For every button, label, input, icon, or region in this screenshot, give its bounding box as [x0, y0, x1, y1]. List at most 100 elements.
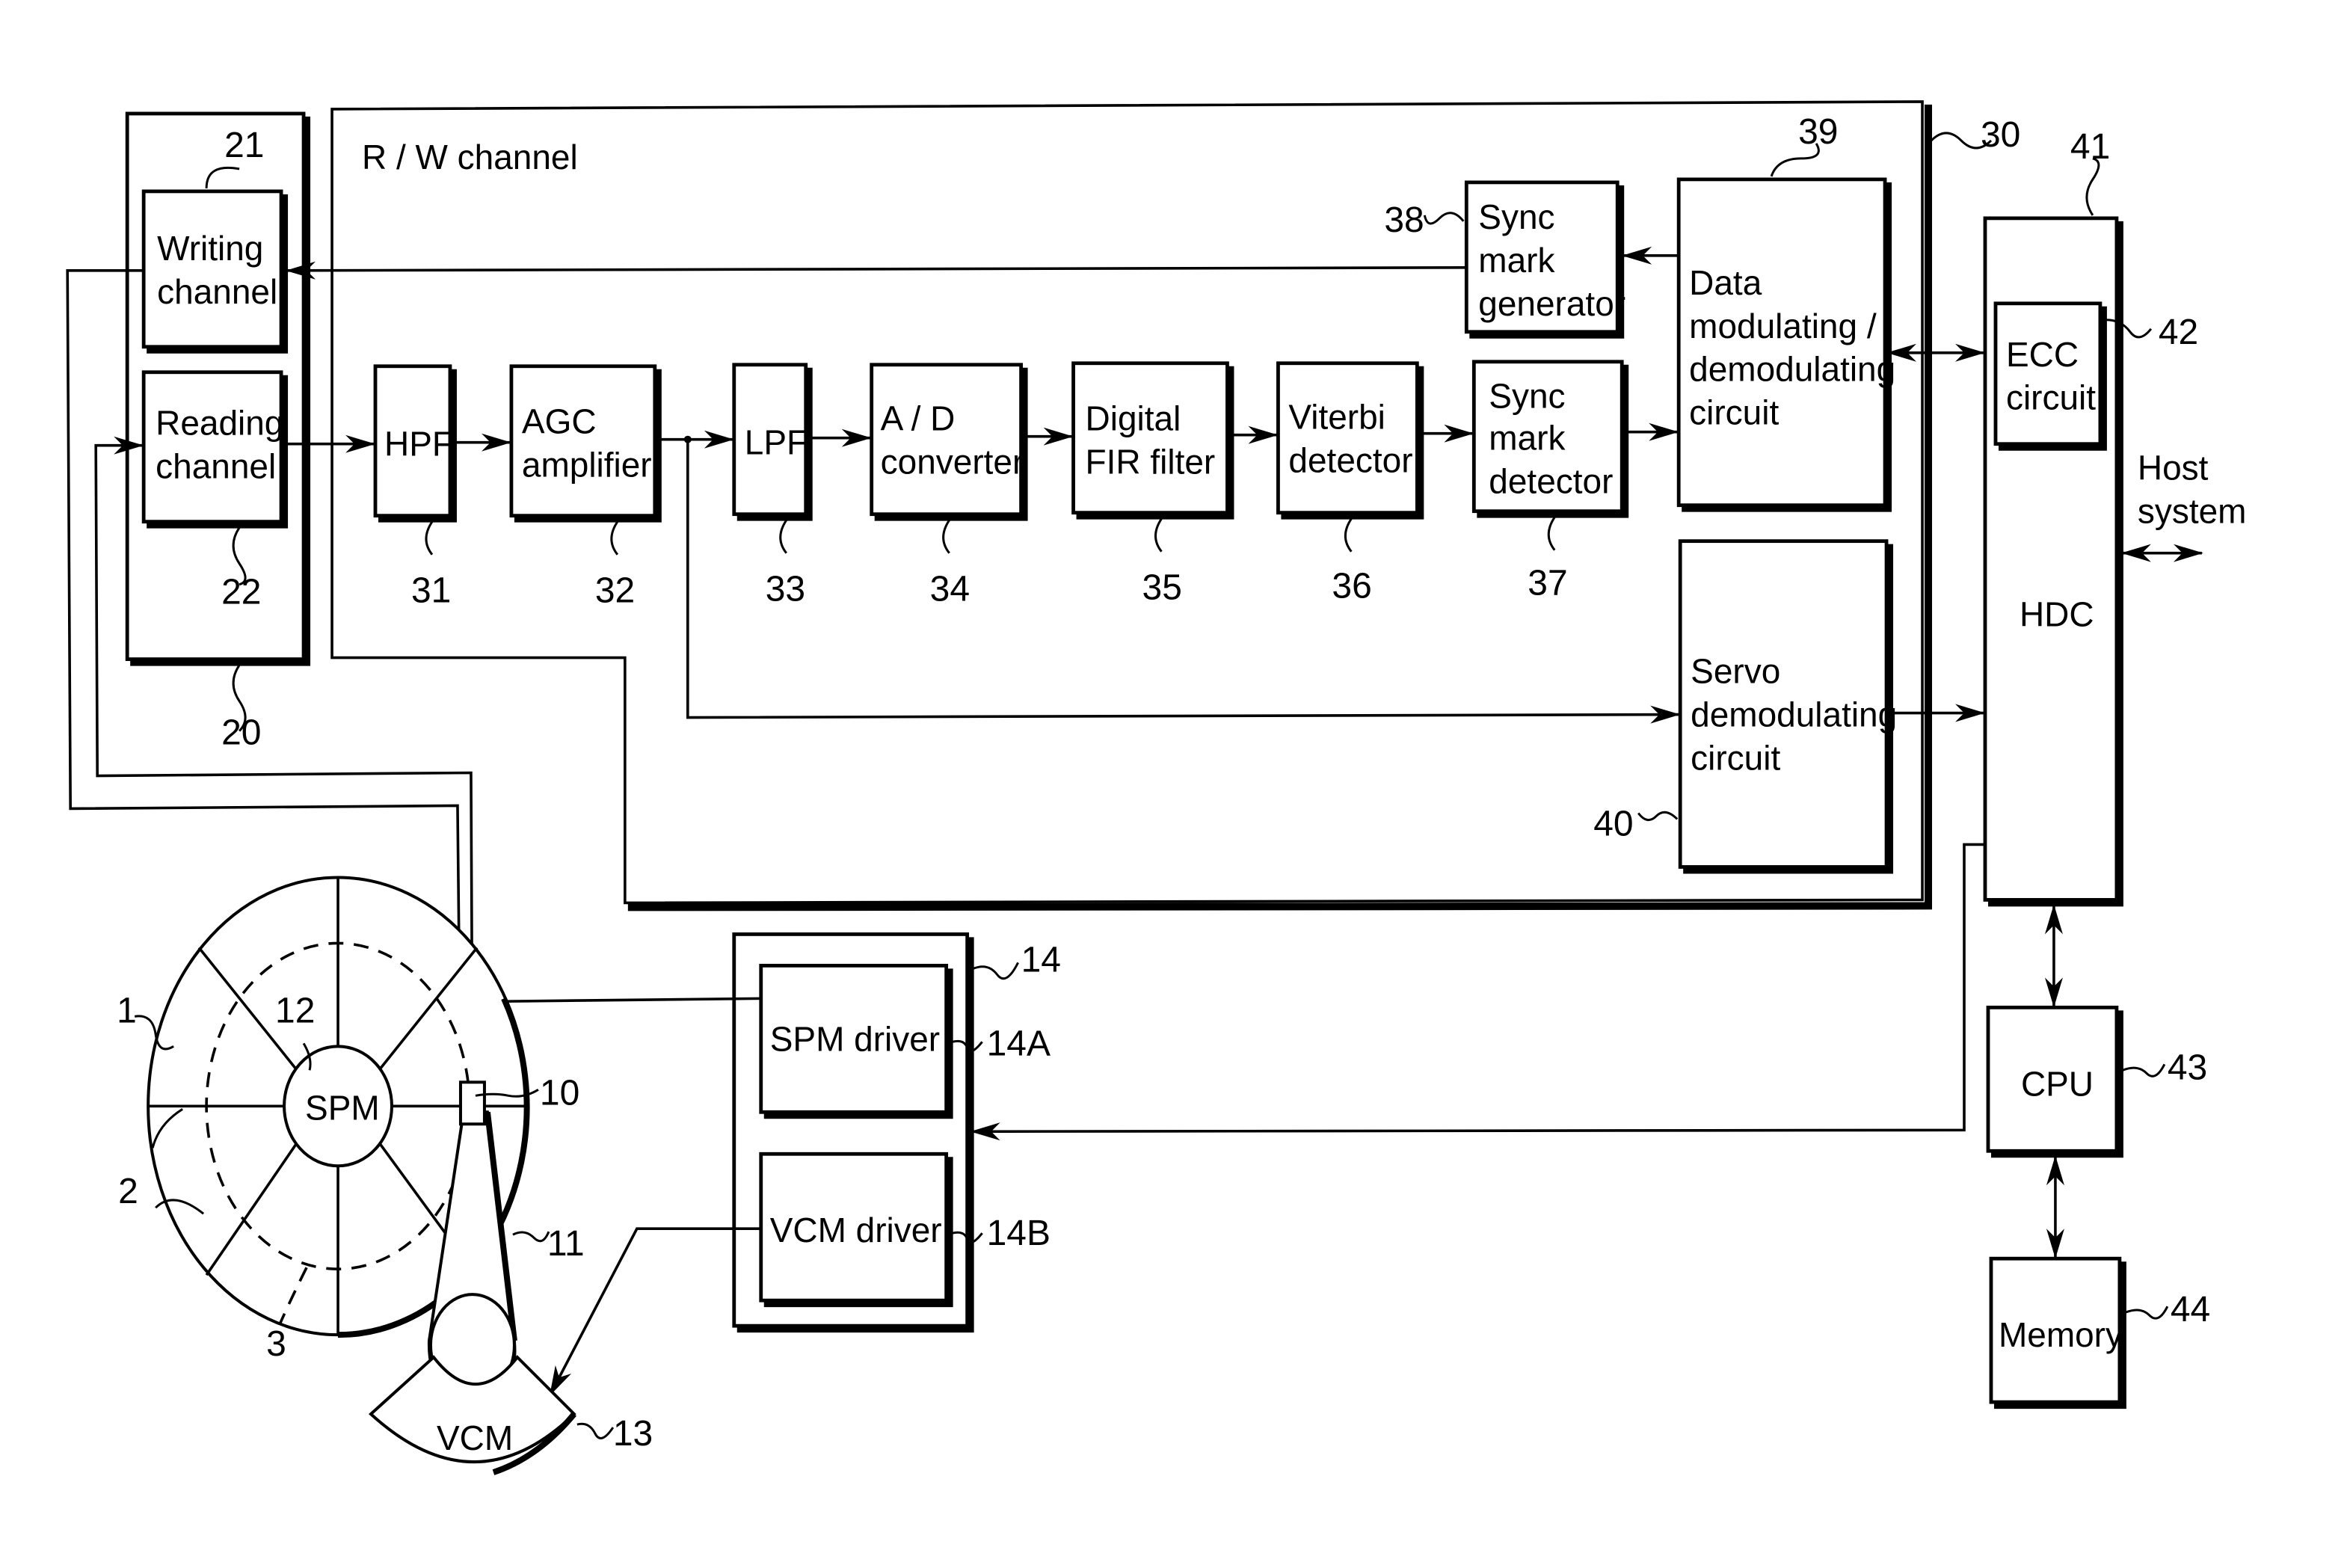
- host-system: Host system: [2120, 449, 2247, 562]
- memory-label: Memory: [1999, 1315, 2123, 1354]
- ref-39: 39: [1798, 112, 1838, 152]
- ad-box: [870, 363, 1023, 517]
- ref-40: 40: [1593, 804, 1633, 843]
- block-cpu: CPU 43: [1986, 1005, 2207, 1158]
- data-mod-label-1: Data: [1689, 263, 1762, 302]
- ecc-label-2: circuit: [2006, 378, 2096, 417]
- ref-10: 10: [540, 1073, 579, 1113]
- leader-14: [973, 962, 1019, 980]
- servo-label-1: Servo: [1691, 652, 1780, 691]
- ad-label-2: converter: [881, 443, 1024, 482]
- leader-38: [1423, 212, 1465, 225]
- cpu-label: CPU: [2021, 1064, 2094, 1103]
- ref-14: 14: [1021, 940, 1061, 980]
- leader-33: [779, 519, 788, 554]
- servo-label-3: circuit: [1691, 739, 1780, 778]
- block-data-mod-demod: Data modulating / demodulating circuit 3…: [1676, 112, 1895, 512]
- smd-label-2: mark: [1489, 419, 1566, 458]
- leader-34: [942, 519, 950, 554]
- leader-40: [1637, 811, 1679, 822]
- fir-label-2: FIR filter: [1086, 443, 1216, 482]
- head-ic-block: 20 Writing channel 21 Reading channel 22: [125, 111, 311, 753]
- leader-35: [1154, 517, 1163, 553]
- hdc-label: HDC: [2020, 595, 2094, 634]
- ref-3: 3: [266, 1324, 286, 1364]
- ref-32: 32: [595, 571, 635, 611]
- agc-label-2: amplifier: [522, 446, 652, 485]
- ref-35: 35: [1142, 568, 1182, 608]
- rw-channel-title: R / W channel: [362, 138, 578, 176]
- hpf-label: HPF: [384, 425, 453, 464]
- data-mod-label-2: modulating /: [1689, 307, 1877, 345]
- ref-36: 36: [1332, 567, 1371, 606]
- ref-20: 20: [221, 713, 261, 753]
- block-viterbi-detector: Viterbi detector 36: [1276, 361, 1424, 606]
- ref-41: 41: [2070, 127, 2110, 167]
- smd-label-3: detector: [1489, 462, 1613, 501]
- writing-channel-box: [141, 189, 283, 349]
- smg-label-2: mark: [1478, 241, 1555, 280]
- lpf-label: LPF: [745, 423, 808, 462]
- ref-1: 1: [117, 991, 137, 1030]
- ref-12: 12: [275, 991, 315, 1030]
- ref-38: 38: [1384, 200, 1424, 240]
- ad-label-1: A / D: [881, 399, 956, 438]
- data-mod-label-3: demodulating: [1689, 350, 1895, 389]
- ref-43: 43: [2168, 1048, 2207, 1087]
- smg-label-1: Sync: [1478, 197, 1554, 236]
- leader-44: [2125, 1306, 2169, 1320]
- leader-31: [425, 520, 434, 556]
- smd-label-1: Sync: [1489, 377, 1565, 416]
- agc-label-1: AGC: [522, 402, 597, 441]
- reading-channel-label-1: Reading: [156, 404, 283, 443]
- vcm-label: VCM: [437, 1418, 513, 1457]
- arrow-syncgen-to-writing: [286, 261, 1467, 280]
- spm-driver-label: SPM driver: [770, 1019, 940, 1058]
- ref-22: 22: [221, 573, 261, 612]
- ref-21: 21: [224, 126, 264, 165]
- leader-41: [2085, 157, 2100, 216]
- ref-44: 44: [2171, 1290, 2210, 1329]
- ref-2: 2: [118, 1172, 138, 1211]
- ref-14b: 14B: [987, 1214, 1051, 1253]
- viterbi-box: [1276, 361, 1419, 515]
- ref-34: 34: [930, 570, 970, 609]
- vcm-driver-label: VCM driver: [770, 1211, 942, 1249]
- arrow-hdc-to-motor-driver: [970, 843, 1985, 1141]
- hdd-block-diagram: R / W channel 30 20 Writing channel 21 R…: [66, 100, 2247, 1475]
- leader-43: [2122, 1063, 2166, 1077]
- viterbi-label-1: Viterbi: [1288, 398, 1385, 437]
- fir-label-1: Digital: [1086, 399, 1181, 438]
- servo-label-2: demodulating: [1691, 695, 1897, 734]
- ref-37: 37: [1528, 564, 1567, 603]
- block-servo-demod: Servo demodulating circuit 40: [1593, 539, 1897, 874]
- block-lpf: LPF 33: [732, 363, 813, 609]
- writing-channel-label-2: channel: [157, 272, 277, 311]
- leader-11: [512, 1231, 550, 1243]
- leader-32: [610, 520, 619, 556]
- disk-assembly: SPM 12 11 10 VCM 13 1 2 3: [117, 876, 653, 1475]
- block-ad-converter: A / D converter 34: [870, 363, 1028, 609]
- viterbi-label-2: detector: [1288, 441, 1412, 480]
- leader-36: [1344, 517, 1353, 553]
- ref-33: 33: [766, 570, 805, 609]
- leader-13: [576, 1422, 615, 1439]
- ref-30: 30: [1981, 115, 2020, 155]
- spm-label: SPM: [305, 1088, 380, 1127]
- ref-13: 13: [613, 1414, 653, 1454]
- block-agc-amplifier: AGC amplifier 32: [509, 364, 662, 611]
- ref-31: 31: [411, 571, 451, 611]
- ref-14a: 14A: [987, 1024, 1051, 1063]
- block-sync-mark-detector: Sync mark detector 37: [1471, 360, 1629, 603]
- ref-11: 11: [547, 1224, 585, 1264]
- ecc-label-1: ECC: [2006, 335, 2079, 374]
- reading-channel-label-2: channel: [156, 447, 276, 486]
- block-digital-fir-filter: Digital FIR filter 35: [1071, 361, 1234, 608]
- block-memory: Memory 44: [1989, 1256, 2210, 1409]
- leader-37: [1547, 516, 1556, 551]
- data-mod-label-4: circuit: [1689, 393, 1779, 432]
- smg-label-3: generator: [1478, 284, 1625, 323]
- host-label-1: Host: [2138, 449, 2209, 488]
- host-label-2: system: [2138, 492, 2247, 531]
- ref-42: 42: [2159, 313, 2198, 352]
